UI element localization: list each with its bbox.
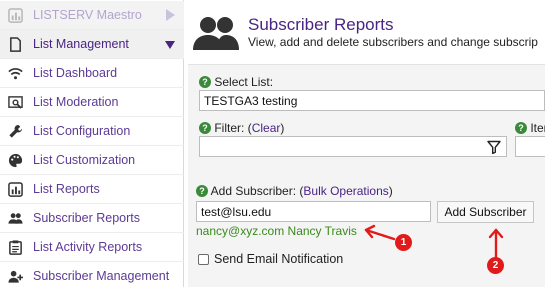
add-subscriber-input[interactable]: test@lsu.edu (196, 201, 431, 222)
caret-down-icon (165, 41, 175, 49)
sidebar-item-label: LISTSERV Maestro (33, 8, 142, 22)
sidebar-item-label: List Reports (33, 182, 100, 196)
sidebar-item-list-customization[interactable]: List Customization (0, 146, 184, 175)
sidebar-item-label: List Management (33, 37, 129, 51)
palette-icon (7, 152, 23, 168)
sidebar-item-label: List Customization (33, 153, 136, 167)
clear-filter-link[interactable]: Clear (252, 121, 281, 135)
users-icon (193, 16, 239, 50)
add-subscriber-button[interactable]: Add Subscriber (437, 201, 534, 223)
chart-icon (7, 7, 23, 23)
sidebar-item-label: List Moderation (33, 95, 119, 109)
help-icon[interactable]: ? (196, 185, 208, 197)
annotation-badge-2: 2 (487, 257, 504, 274)
annotation-badge-1: 1 (395, 234, 412, 251)
wrench-icon (7, 123, 23, 139)
send-email-checkbox[interactable] (198, 254, 209, 265)
caret-right-icon (166, 9, 175, 21)
send-email-label: Send Email Notification (214, 252, 344, 266)
wifi-icon (7, 65, 23, 81)
help-icon[interactable]: ? (199, 76, 211, 88)
sidebar-item-list-dashboard[interactable]: List Dashboard (0, 59, 184, 88)
sidebar-item-list-activity-reports[interactable]: List Activity Reports (0, 233, 184, 262)
document-icon (7, 36, 23, 52)
filter-input[interactable] (199, 136, 507, 157)
page-title: Subscriber Reports (248, 15, 394, 34)
search-list-icon (7, 94, 23, 110)
sidebar-item-subscriber-reports[interactable]: Subscriber Reports (0, 204, 184, 233)
sidebar-item-label: Subscriber Reports (33, 211, 140, 225)
sidebar: LISTSERV Maestro List Management List Da… (0, 0, 184, 287)
help-icon[interactable]: ? (199, 122, 211, 134)
sidebar-item-list-reports[interactable]: List Reports (0, 175, 184, 204)
bulk-operations-link[interactable]: Bulk Operations (303, 184, 388, 198)
help-icon[interactable]: ? (515, 122, 527, 134)
items-label: ? Iten (515, 121, 545, 135)
filter-icon[interactable] (487, 140, 501, 154)
sidebar-item-list-moderation[interactable]: List Moderation (0, 88, 184, 117)
subscriber-suggestion[interactable]: nancy@xyz.com Nancy Travis (196, 224, 357, 238)
bar-chart-icon (7, 181, 23, 197)
sidebar-item-subscriber-management[interactable]: Subscriber Management (0, 262, 184, 287)
select-list-label: ? Select List: (199, 75, 273, 89)
clipboard-icon (7, 239, 23, 255)
sidebar-item-label: List Configuration (33, 124, 131, 138)
users-icon (7, 210, 23, 226)
sidebar-item-list-configuration[interactable]: List Configuration (0, 117, 184, 146)
sidebar-item-label: List Dashboard (33, 66, 118, 80)
sidebar-item-label: Subscriber Management (33, 269, 170, 283)
items-input[interactable] (515, 136, 545, 157)
user-add-icon (7, 268, 23, 284)
add-subscriber-label: ? Add Subscriber: (Bulk Operations) (196, 184, 393, 198)
page-subtitle: View, add and delete subscribers and cha… (248, 35, 538, 49)
filter-label: ? Filter: (Clear) (199, 121, 284, 135)
sidebar-item-label: List Activity Reports (33, 240, 143, 254)
sidebar-item-list-management[interactable]: List Management (0, 30, 184, 59)
sidebar-item-listserv-maestro[interactable]: LISTSERV Maestro (0, 1, 184, 30)
select-list-dropdown[interactable]: TESTGA3 testing (199, 90, 545, 111)
